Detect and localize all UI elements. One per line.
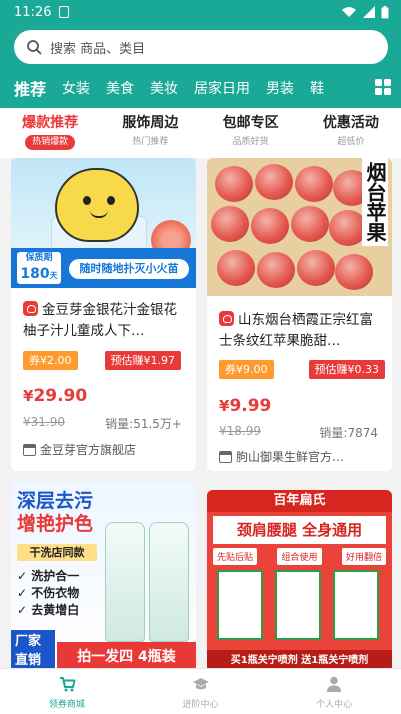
category-tab-recommend[interactable]: 推荐 [0, 76, 54, 100]
sales-count: 销量:7874 [319, 426, 378, 440]
cart-icon [59, 677, 76, 692]
coupon-badge: 券¥9.00 [219, 360, 274, 379]
sim-card-icon [59, 6, 70, 18]
bottle-graphic [105, 522, 145, 642]
product-image: 保质期 180天 随时随地扑灭小火苗 [11, 158, 196, 288]
category-tab-women[interactable]: 女装 [54, 78, 98, 98]
product-card[interactable]: 烟台苹果 山东烟台栖霞正宗红富士条纹红苹果脆甜… 券¥9.00 预估赚¥0.33… [207, 158, 392, 471]
image-brand: 百年扁氏 [207, 490, 392, 512]
tab-label: 进阶中心 [182, 700, 219, 710]
category-tab-men[interactable]: 男装 [258, 78, 302, 98]
estimated-earning-badge: 预估赚¥0.33 [308, 360, 385, 379]
section-tab-subtitle: 热销爆款 [25, 135, 76, 150]
image-tag: 干洗店同款 [17, 544, 97, 561]
product-title: 山东烟台栖霞正宗红富士条纹红苹果脆甜… [219, 311, 373, 349]
search-icon [27, 40, 42, 55]
tab-coupon-mall[interactable]: 领券商城 [0, 669, 134, 714]
user-icon [327, 676, 342, 692]
image-headline: 颈肩腰腿 全身通用 [213, 516, 386, 544]
section-tab-subtitle: 品质好货 [232, 137, 269, 147]
section-tab-subtitle: 超低价 [337, 137, 365, 147]
sales-count: 销量:51.5万+ [105, 417, 182, 431]
coupon-badge: 券¥2.00 [23, 351, 78, 370]
image-promo-text: 随时随地扑灭小火苗 [69, 259, 189, 279]
signal-icon [363, 6, 375, 18]
image-bottom-left: 厂家直销 [11, 630, 55, 668]
product-title: 金豆芽金银花汁金银花柚子汁儿童成人下… [23, 301, 177, 339]
category-tab-shoes[interactable]: 鞋 [302, 78, 332, 98]
image-headline: 深层去污 增艳护色 [17, 490, 94, 535]
tab-label: 个人中心 [316, 700, 353, 710]
original-price: ¥18.99 [219, 424, 261, 438]
product-price: ¥29.90 [23, 386, 88, 406]
section-tab-free-shipping[interactable]: 包邮专区 品质好货 [201, 108, 301, 158]
header: 11:26 搜索 商品、类目 推荐 女装 美食 美妆 居家日用 男装 鞋 [0, 0, 401, 108]
tab-advanced-center[interactable]: 进阶中心 [134, 669, 268, 714]
category-tabs: 推荐 女装 美食 美妆 居家日用 男装 鞋 [0, 72, 401, 104]
product-card[interactable]: 保质期 180天 随时随地扑灭小火苗 金豆芽金银花汁金银花柚子汁儿童成人下… 券… [11, 158, 196, 471]
box-graphic [217, 570, 263, 640]
box-graphic [275, 570, 321, 640]
store-icon [219, 450, 232, 463]
original-price: ¥31.90 [23, 415, 65, 429]
platform-logo-icon [23, 301, 38, 316]
section-tab-hot[interactable]: 爆款推荐 热销爆款 [0, 108, 100, 158]
shop-name[interactable]: 金豆芽官方旗舰店 [23, 441, 136, 458]
platform-logo-icon [219, 311, 234, 326]
image-tag-row: 先贴后贴 组合使用 好用翻倍 [213, 548, 386, 565]
product-price: ¥9.99 [219, 396, 272, 416]
status-bar: 11:26 [0, 0, 401, 24]
bottom-tab-bar: 领券商城 进阶中心 个人中心 [0, 668, 401, 714]
graduation-cap-icon [192, 678, 209, 690]
shop-name[interactable]: 朐山御果生鲜官方… [219, 448, 344, 465]
category-tab-beauty[interactable]: 美妆 [142, 78, 186, 98]
wifi-icon [342, 7, 356, 17]
section-tab-apparel[interactable]: 服饰周边 热门推荐 [100, 108, 200, 158]
product-card[interactable]: 深层去污 增艳护色 干洗店同款 ✓ 洗护合一 ✓ 不伤衣物 ✓ 去黄增白 厂家直… [11, 482, 196, 668]
image-bottom-banner: 拍一发四 4瓶装 [57, 642, 196, 668]
search-bar[interactable]: 搜索 商品、类目 [14, 30, 388, 64]
section-tab-title: 包邮专区 [222, 115, 279, 131]
section-tab-subtitle: 热门推荐 [132, 137, 169, 147]
image-bottom-banner: 买1瓶关宁喷剂 送1瓶关宁喷剂 [207, 650, 392, 668]
tab-label: 领券商城 [48, 700, 85, 710]
section-tab-title: 爆款推荐 [22, 115, 79, 131]
bottle-graphic [149, 522, 189, 642]
product-image: 百年扁氏 颈肩腰腿 全身通用 先贴后贴 组合使用 好用翻倍 买1瓶关宁喷剂 送1… [207, 490, 392, 668]
product-image: 烟台苹果 [207, 158, 392, 296]
category-tab-home[interactable]: 居家日用 [186, 78, 258, 98]
store-icon [23, 443, 36, 456]
image-vertical-text: 烟台苹果 [362, 158, 388, 246]
estimated-earning-badge: 预估赚¥1.97 [104, 351, 181, 370]
product-image: 深层去污 增艳护色 干洗店同款 ✓ 洗护合一 ✓ 不伤衣物 ✓ 去黄增白 厂家直… [11, 482, 196, 668]
category-tab-food[interactable]: 美食 [98, 78, 142, 98]
product-card[interactable]: 百年扁氏 颈肩腰腿 全身通用 先贴后贴 组合使用 好用翻倍 买1瓶关宁喷剂 送1… [207, 490, 392, 668]
all-categories-icon[interactable] [375, 79, 391, 95]
status-time: 11:26 [14, 4, 52, 20]
tab-profile[interactable]: 个人中心 [267, 669, 401, 714]
product-feed: 保质期 180天 随时随地扑灭小火苗 金豆芽金银花汁金银花柚子汁儿童成人下… 券… [0, 158, 401, 668]
search-input[interactable]: 搜索 商品、类目 [50, 38, 145, 57]
image-feature-list: ✓ 洗护合一 ✓ 不伤衣物 ✓ 去黄增白 [17, 569, 80, 617]
section-tab-title: 优惠活动 [322, 115, 379, 131]
shelf-life-badge: 保质期 180天 [17, 252, 61, 284]
box-graphic [333, 570, 379, 640]
battery-icon [381, 5, 389, 18]
section-tab-title: 服饰周边 [122, 115, 179, 131]
section-tabs: 爆款推荐 热销爆款 服饰周边 热门推荐 包邮专区 品质好货 优惠活动 超低价 [0, 108, 401, 158]
section-tab-deals[interactable]: 优惠活动 超低价 [301, 108, 401, 158]
mascot-graphic [55, 168, 139, 242]
